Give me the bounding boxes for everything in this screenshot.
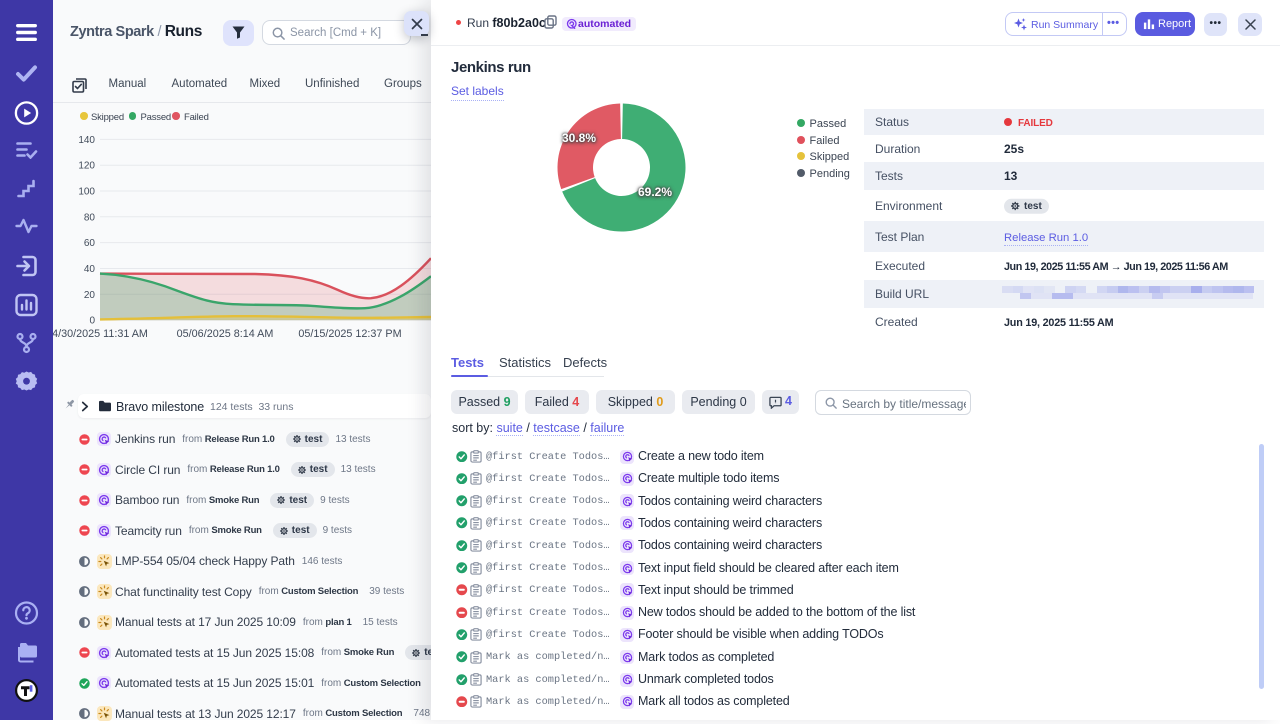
svg-text:05/15/2025 12:37 PM: 05/15/2025 12:37 PM [298, 328, 401, 340]
svg-text:140: 140 [78, 135, 95, 146]
svg-text:20: 20 [84, 290, 96, 301]
svg-text:60: 60 [84, 238, 96, 249]
svg-text:40: 40 [84, 264, 96, 275]
svg-text:05/06/2025 8:14 AM: 05/06/2025 8:14 AM [177, 328, 274, 340]
svg-text:80: 80 [84, 212, 96, 223]
svg-text:0: 0 [89, 316, 95, 327]
svg-text:4/30/2025 11:31 AM: 4/30/2025 11:31 AM [53, 328, 148, 340]
svg-text:100: 100 [78, 187, 95, 198]
svg-text:120: 120 [78, 161, 95, 172]
